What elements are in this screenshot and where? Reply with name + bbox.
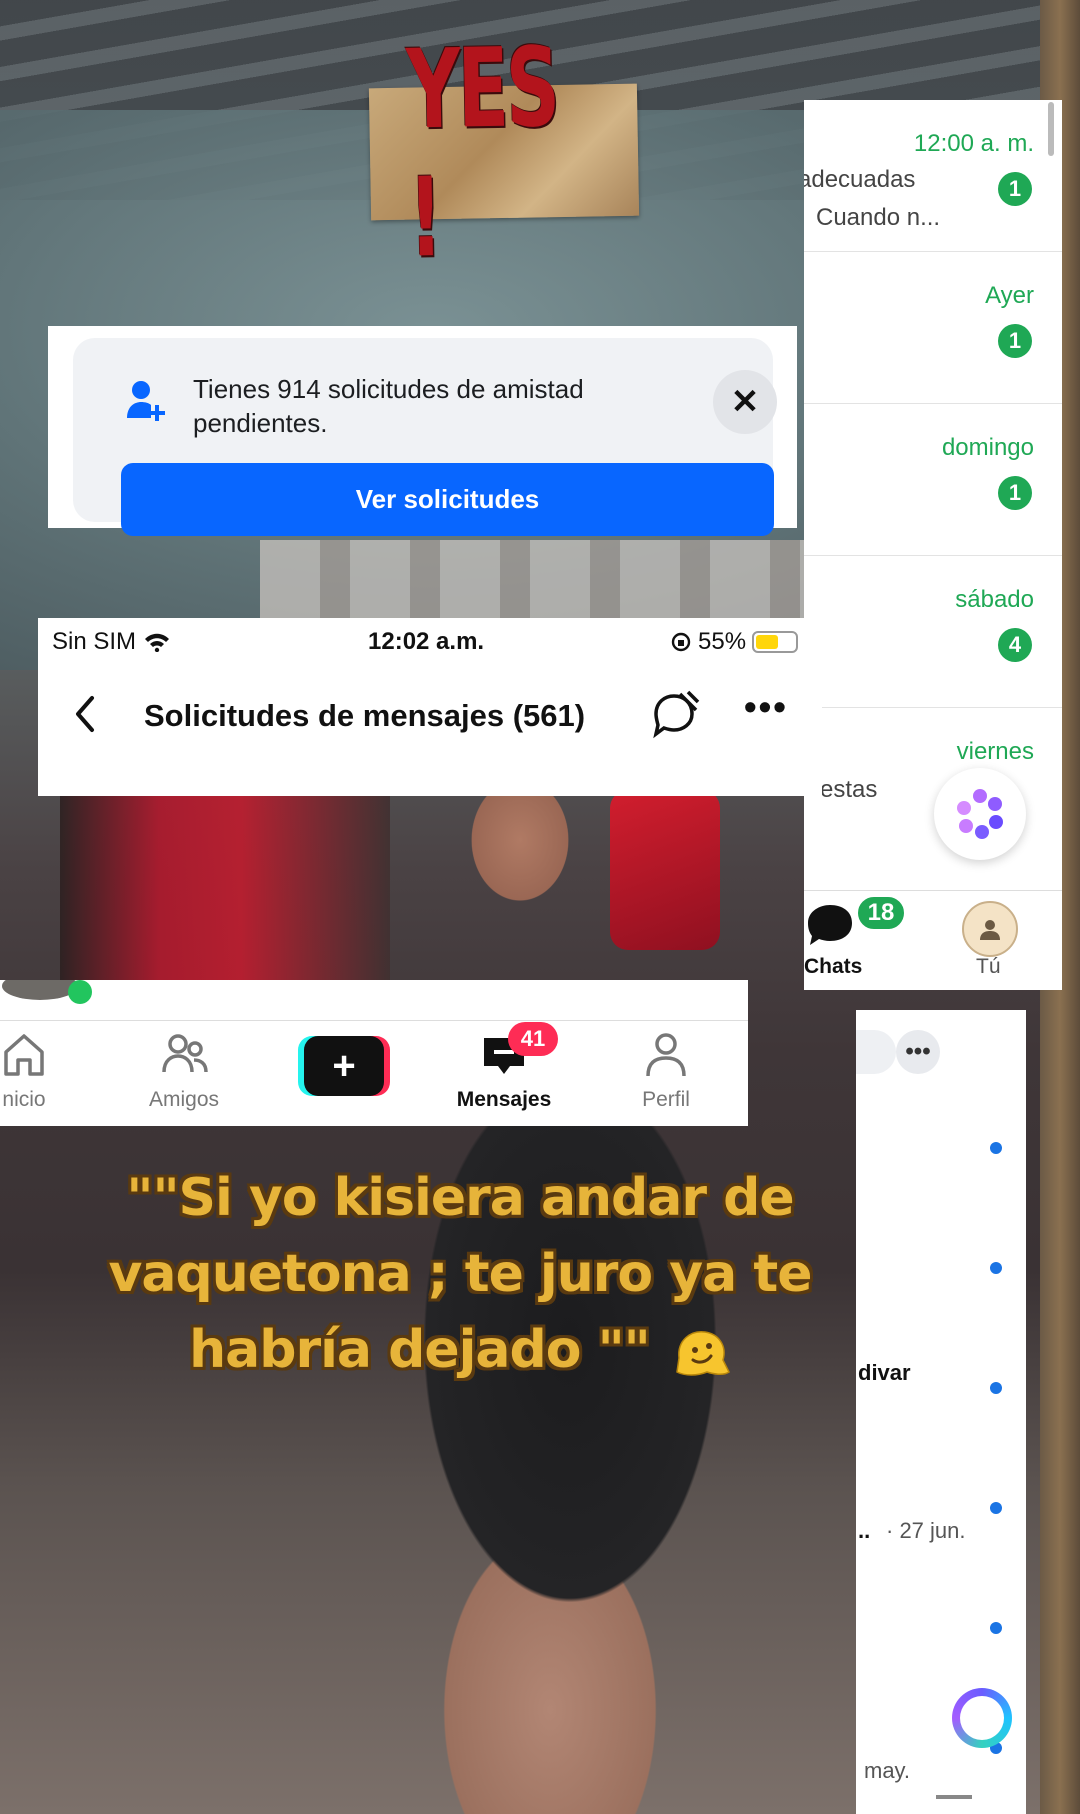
friend-request-card: Tienes 914 solicitudes de amistad pendie… [48,326,797,536]
nav-label-messages: Mensajes [456,1088,552,1111]
tab-chats[interactable]: 18 Chats [804,891,924,990]
chat-row[interactable]: Ayer 1 [804,252,1062,404]
unread-dot [990,1382,1002,1394]
divider [0,1020,748,1021]
add-friend-icon [127,381,165,421]
meta-ai-button[interactable] [934,768,1026,860]
unread-badge: 1 [998,324,1032,358]
battery-icon [752,631,799,653]
background-phone [610,790,720,950]
chat-time: viernes [956,738,1034,765]
more-options-button[interactable]: ••• [744,686,788,728]
status-bar: Sin SIM 12:02 a.m. 55% [38,618,822,666]
chat-time: Ayer [985,282,1034,309]
chat-row[interactable]: sábado 4 [804,556,1062,708]
meta-ai-ring-icon[interactable] [952,1688,1012,1748]
chat-time: 12:00 a. m. [913,130,1034,157]
menu-handle[interactable] [936,1795,972,1799]
nav-item-home[interactable]: nicio [0,1030,84,1120]
filter-pill[interactable] [856,1030,896,1074]
profile-icon [646,1033,686,1077]
chat-tab-bar: 18 Chats Tú [804,890,1062,990]
chat-preview: adecuadas [804,166,916,193]
unread-dot [990,1142,1002,1154]
status-time: 12:02 a.m. [368,628,485,655]
nav-item-profile[interactable]: Perfil [606,1030,726,1120]
chat-time: sábado [955,586,1034,613]
unread-dot [990,1262,1002,1274]
chat-preview-line2: Cuando n... [816,204,941,231]
nav-label-profile: Perfil [642,1088,690,1111]
back-arrow-icon[interactable] [68,690,102,738]
friend-request-text: Tienes 914 solicitudes de amistad pendie… [193,374,584,438]
chat-row[interactable]: viernes estas [804,708,1062,860]
chats-icon [808,905,852,945]
tab-profile-label: Tú [976,955,1001,978]
status-left: Sin SIM [52,628,170,656]
notification-list-card: ••• divar .. · 27 jun. may. [856,1010,1026,1814]
unread-dot [990,1622,1002,1634]
chat-row[interactable]: 12:00 a. m. 1 adecuadas Cuando n... [804,100,1062,252]
unread-badge: 1 [998,476,1032,510]
nav-label-home: nicio [2,1088,46,1111]
tab-profile[interactable]: Tú [952,891,1032,990]
avatar [962,901,1018,957]
caption-line-3: habría dejado "" [80,1312,840,1388]
yes-sticker-text: YES ! [405,22,559,282]
messages-count-badge: 41 [508,1022,558,1056]
unread-dot [990,1502,1002,1514]
close-button[interactable]: ✕ [713,370,777,434]
friends-icon [162,1034,208,1073]
carrier-text: Sin SIM [52,628,137,655]
nav-item-friends[interactable]: Amigos [124,1030,244,1120]
yes-sticker: YES ! [368,23,640,282]
unread-badge: 4 [998,628,1032,662]
create-icon: + [304,1036,384,1096]
page-title: Solicitudes de mensajes (561) [144,698,586,733]
more-options-button[interactable]: ••• [896,1030,940,1074]
chat-row[interactable]: domingo 1 [804,404,1062,556]
nav-bar: Solicitudes de mensajes (561) ••• [38,676,822,760]
message-requests-header: Sin SIM 12:02 a.m. 55% Solicitudes de me… [38,618,822,796]
chats-count-badge: 18 [856,895,906,931]
status-right: 55% [670,628,799,656]
avatar-strip [2,980,92,1004]
filter-chat-icon[interactable] [650,688,702,740]
friend-request-panel: Tienes 914 solicitudes de amistad pendie… [73,338,777,536]
chat-time: domingo [941,434,1034,461]
person-icon [980,920,1000,940]
list-item-ellipsis: .. [858,1518,871,1543]
list-item-date: may. [864,1758,911,1783]
nav-label-friends: Amigos [148,1088,220,1111]
home-icon [4,1034,44,1076]
wifi-icon [145,633,170,652]
unread-badge: 1 [998,172,1032,206]
rotation-lock-icon [671,632,691,652]
caption: ""Si yo kisiera andar de vaquetona ; te … [80,1160,840,1388]
list-item-text: divar [858,1360,911,1385]
view-requests-button[interactable]: Ver solicitudes [121,463,774,536]
melting-face-emoji-icon [676,1331,730,1376]
chat-list-card: 12:00 a. m. 1 adecuadas Cuando n... Ayer… [804,100,1062,990]
caption-line-1: ""Si yo kisiera andar de [126,1168,794,1228]
list-item-date: · 27 jun. [886,1518,966,1543]
meta-ai-icon [957,789,1003,839]
bottom-nav: nicio Amigos + Mensajes 41 Perfil [0,980,748,1126]
caption-line-2: vaquetona ; te juro ya te [108,1244,813,1304]
tab-chats-label: Chats [804,955,863,978]
caption-line-3-text: habría dejado "" [189,1320,651,1380]
battery-percent: 55% [698,628,747,655]
create-button[interactable]: + [298,1036,390,1096]
chat-preview: estas [820,776,878,803]
